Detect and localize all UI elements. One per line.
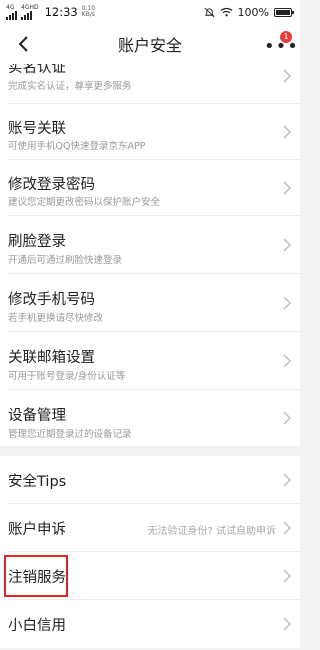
item-subtitle: 若手机更换请尽快修改 (8, 313, 104, 324)
list-item-change-password[interactable]: 修改登录密码 建议您定期更改密码以保护账户安全 (0, 160, 300, 216)
nav-bar: 账户安全 ••• 1 (0, 24, 300, 64)
list-item-face-login[interactable]: 刷脸登录 开通后可通过刷脸快速登录 (0, 216, 300, 274)
list-item-change-phone[interactable]: 修改手机号码 若手机更换请尽快修改 (0, 274, 300, 332)
list-item-credit[interactable]: 小白信用 (0, 600, 300, 648)
page-title: 账户安全 (117, 36, 182, 55)
settings-list: 实名认证 完成实名认证，尊享更多服务 账号关联 可使用手机QQ快速登录京东APP… (0, 64, 300, 650)
chevron-right-icon (283, 411, 291, 425)
item-title: 安全Tips (8, 474, 67, 490)
item-subtitle: 建议您定期更改密码以保护账户安全 (8, 197, 161, 208)
back-arrow-icon[interactable] (14, 34, 34, 54)
chevron-right-icon (283, 125, 291, 139)
battery-percent: 100% (237, 5, 269, 19)
item-title: 实名认证 (8, 64, 66, 76)
list-item-account-appeal[interactable]: 账户申诉 无法验证身份? 试试自助申诉 (0, 504, 300, 552)
chevron-right-icon (283, 238, 291, 252)
item-title: 账号关联 (8, 121, 66, 137)
list-item-device-management[interactable]: 设备管理 管理您近期登录过的设备记录 (0, 390, 300, 446)
notification-badge: 1 (280, 31, 292, 43)
chevron-right-icon (283, 521, 291, 535)
battery-icon (274, 7, 294, 17)
list-item-account-link[interactable]: 账号关联 可使用手机QQ快速登录京东APP (0, 104, 300, 160)
item-subtitle: 可使用手机QQ快速登录京东APP (8, 141, 146, 152)
item-subtitle: 开通后可通过刷脸快速登录 (8, 255, 123, 266)
item-subtitle: 管理您近期登录过的设备记录 (8, 429, 132, 440)
wifi-icon (220, 7, 233, 17)
item-title: 设备管理 (8, 408, 66, 424)
section-divider (0, 446, 300, 456)
item-title: 注销服务 (8, 570, 66, 586)
chevron-right-icon (283, 69, 291, 83)
status-bar: 4G 4GHD 12:33 0.10 KB/s 100% (0, 0, 300, 24)
item-title: 小白信用 (8, 618, 66, 634)
signal-2-indicator: 4GHD (21, 4, 39, 20)
bell-off-icon (204, 7, 214, 17)
chevron-right-icon (283, 569, 291, 583)
list-item-email-settings[interactable]: 关联邮箱设置 可用于账号登录/身份认证等 (0, 332, 300, 390)
chevron-right-icon (283, 354, 291, 368)
chevron-right-icon (283, 473, 291, 487)
item-title: 刷脸登录 (8, 234, 66, 250)
chevron-right-icon (283, 617, 291, 631)
list-item-real-name[interactable]: 实名认证 完成实名认证，尊享更多服务 (0, 64, 300, 104)
item-title: 账户申诉 (8, 522, 66, 538)
item-hint: 无法验证身份? 试试自助申诉 (147, 526, 277, 537)
item-title: 修改登录密码 (8, 177, 95, 193)
status-time: 12:33 (44, 5, 78, 19)
signal-1-indicator: 4G (6, 4, 17, 20)
more-button[interactable]: ••• 1 (264, 31, 298, 56)
chevron-right-icon (283, 296, 291, 310)
list-item-security-tips[interactable]: 安全Tips (0, 456, 300, 504)
network-speed: 0.10 KB/s (81, 5, 96, 18)
list-item-cancel-account[interactable]: 注销服务 (0, 552, 300, 600)
more-dots-icon: ••• (264, 36, 299, 57)
item-subtitle: 可用于账号登录/身份认证等 (8, 371, 126, 382)
chevron-right-icon (283, 181, 291, 195)
item-title: 关联邮箱设置 (8, 350, 95, 366)
item-subtitle: 完成实名认证，尊享更多服务 (8, 81, 132, 92)
item-title: 修改手机号码 (8, 292, 95, 308)
